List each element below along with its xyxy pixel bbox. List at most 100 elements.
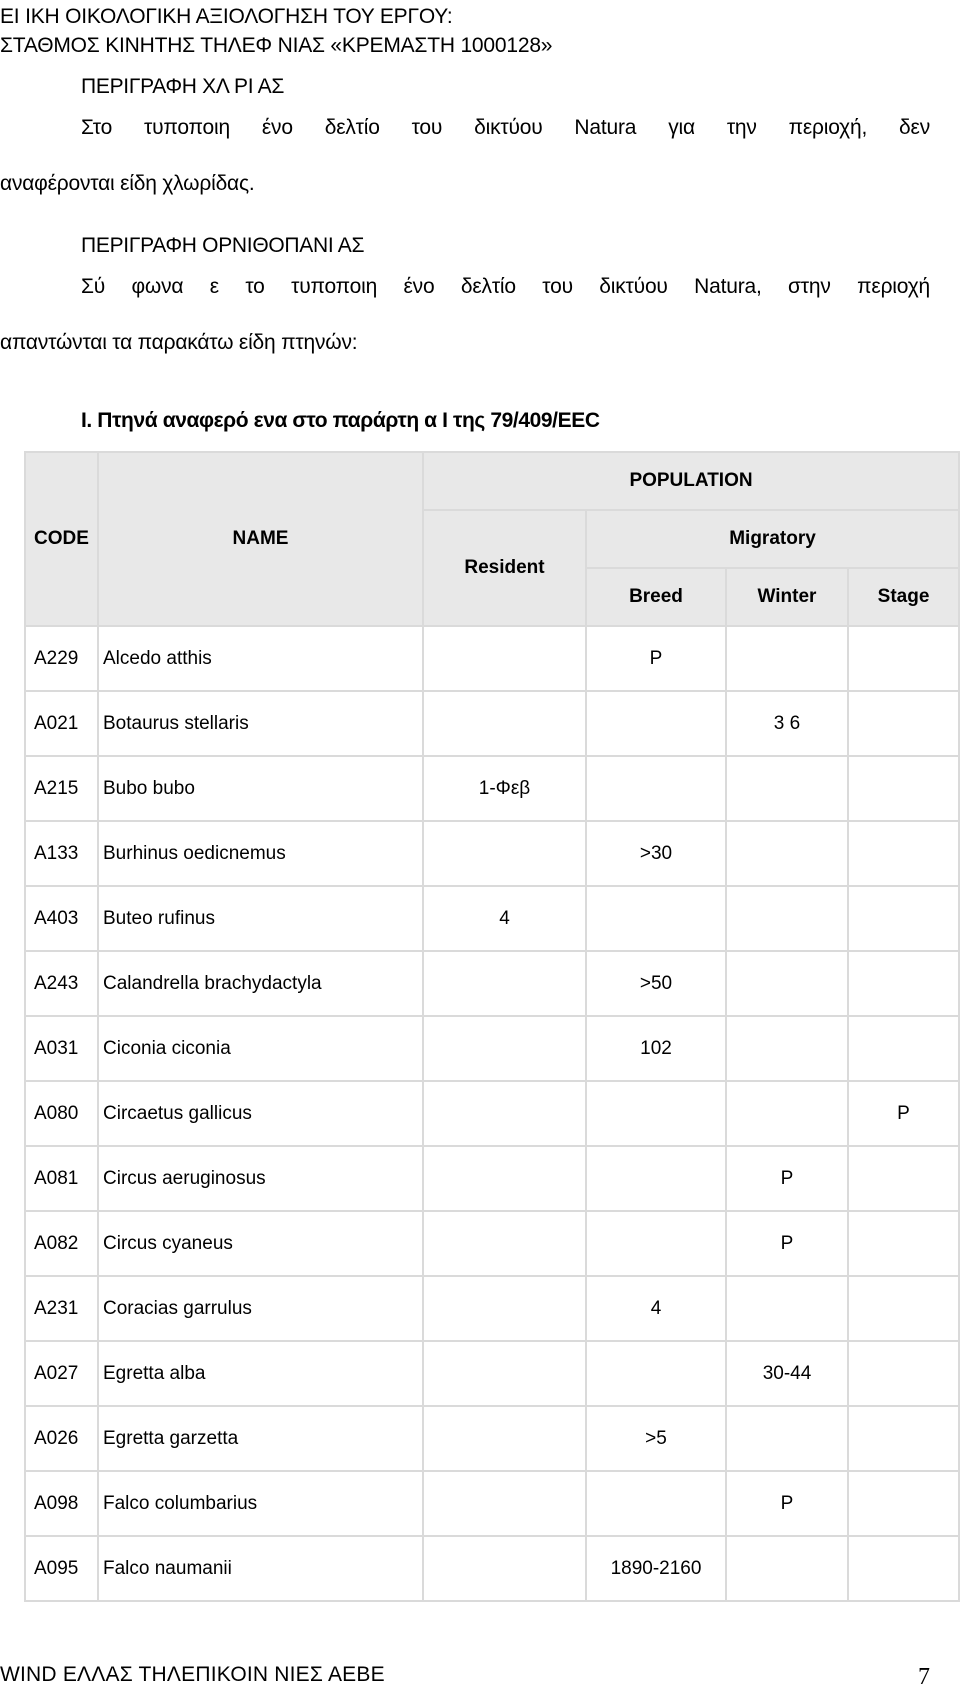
cell-stage (846, 1470, 960, 1537)
cell-name: Burhinus oedicnemus (97, 820, 424, 887)
cell-stage: P (846, 1080, 960, 1147)
table-caption: Ι. Πτηνά αναφερό ενα στο παράρτη α Ι της… (81, 409, 600, 432)
cell-name: Egretta garzetta (97, 1405, 424, 1472)
cell-winter (725, 1275, 849, 1342)
cell-winter (725, 1015, 849, 1082)
table-header-row: CODE NAME POPULATION (24, 451, 960, 627)
footer-page-number: 7 (918, 1664, 930, 1690)
cell-name: Calandrella brachydactyla (97, 950, 424, 1017)
cell-stage (846, 1535, 960, 1602)
cell-name: Egretta alba (97, 1340, 424, 1407)
cell-stage (846, 1340, 960, 1407)
flora-paragraph: Στο τυποποιη ένο δελτίο του δικτύου Natu… (0, 100, 930, 212)
cell-name: Bubo bubo (97, 755, 424, 822)
cell-code: A095 (24, 1535, 99, 1602)
cell-resident: 1-Φεβ (422, 755, 587, 822)
cell-name: Ciconia ciconia (97, 1015, 424, 1082)
cell-stage (846, 755, 960, 822)
cell-winter (725, 820, 849, 887)
cell-breed (585, 1470, 727, 1537)
table-row: A021 Botaurus stellaris 3 6 (24, 690, 960, 757)
table-row: A403 Buteo rufinus 4 (24, 885, 960, 952)
cell-breed (585, 1340, 727, 1407)
cell-stage (846, 885, 960, 952)
cell-resident (422, 1210, 587, 1277)
cell-resident (422, 690, 587, 757)
table-body: A229 Alcedo atthis P A021 Botaurus stellaris… (24, 625, 960, 1602)
cell-winter (725, 1535, 849, 1602)
cell-code: A403 (24, 885, 99, 952)
table-row: A031 Ciconia ciconia 102 (24, 1015, 960, 1082)
cell-winter (725, 755, 849, 822)
cell-breed: 1890-2160 (585, 1535, 727, 1602)
cell-name: Falco columbarius (97, 1470, 424, 1537)
cell-resident (422, 1535, 587, 1602)
cell-resident (422, 1080, 587, 1147)
table-row: A215 Bubo bubo 1-Φεβ (24, 755, 960, 822)
table-row: A080 Circaetus gallicus P (24, 1080, 960, 1147)
cell-code: A243 (24, 950, 99, 1017)
cell-resident (422, 1340, 587, 1407)
header-code: CODE (24, 451, 99, 627)
cell-resident (422, 950, 587, 1017)
cell-breed (585, 1145, 727, 1212)
cell-code: A231 (24, 1275, 99, 1342)
cell-winter: 30-44 (725, 1340, 849, 1407)
cell-breed (585, 1210, 727, 1277)
cell-name: Botaurus stellaris (97, 690, 424, 757)
cell-winter (725, 950, 849, 1017)
cell-code: A081 (24, 1145, 99, 1212)
cell-breed (585, 755, 727, 822)
footer-company: WIND ΕΛΛΑΣ ΤΗΛΕΠΙΚΟΙΝ ΝΙΕΣ ΑΕΒΕ (0, 1663, 385, 1686)
cell-name: Circus aeruginosus (97, 1145, 424, 1212)
table-row: A081 Circus aeruginosus P (24, 1145, 960, 1212)
flora-paragraph-line1: Στο τυποποιη ένο δελτίο του δικτύου Natu… (81, 116, 930, 139)
cell-resident (422, 820, 587, 887)
cell-breed: P (585, 625, 727, 692)
cell-resident (422, 1145, 587, 1212)
cell-resident: 4 (422, 885, 587, 952)
cell-stage (846, 1015, 960, 1082)
table-row: A098 Falco columbarius P (24, 1470, 960, 1537)
cell-winter: P (725, 1145, 849, 1212)
cell-code: A133 (24, 820, 99, 887)
cell-resident (422, 1275, 587, 1342)
cell-resident (422, 1015, 587, 1082)
cell-breed: >5 (585, 1405, 727, 1472)
cell-resident (422, 1405, 587, 1472)
header-title-line1: ΕΙ ΙΚΗ ΟΙΚΟΛΟΓΙΚΗ ΑΞΙΟΛΟΓΗΣΗ ΤΟΥ ΕΡΓΟΥ: (0, 5, 453, 28)
cell-stage (846, 1145, 960, 1212)
cell-stage (846, 1275, 960, 1342)
header-population: POPULATION (421, 451, 960, 511)
cell-stage (846, 690, 960, 757)
cell-code: A027 (24, 1340, 99, 1407)
cell-resident (422, 1470, 587, 1537)
cell-code: A098 (24, 1470, 99, 1537)
table-row: A231 Coracias garrulus 4 (24, 1275, 960, 1342)
table-row: A026 Egretta garzetta >5 (24, 1405, 960, 1472)
cell-stage (846, 950, 960, 1017)
cell-breed: 4 (585, 1275, 727, 1342)
birds-table: CODE NAME POPULATION Resident Migratory … (24, 451, 960, 1602)
cell-stage (846, 820, 960, 887)
header-title-line2: ΣΤΑΘΜΟΣ ΚΙΝΗΤΗΣ ΤΗΛΕΦ ΝΙΑΣ «ΚΡΕΜΑΣΤΗ 100… (0, 34, 553, 57)
header-name: NAME (97, 451, 424, 627)
cell-stage (846, 625, 960, 692)
header-winter: Winter (725, 567, 849, 627)
cell-name: Buteo rufinus (97, 885, 424, 952)
cell-name: Coracias garrulus (97, 1275, 424, 1342)
header-stage: Stage (846, 567, 960, 627)
avifauna-paragraph-line1: Σύ φωνα ε το τυποποιη ένο δελτίο του δικ… (81, 275, 930, 298)
cell-stage (846, 1405, 960, 1472)
table-row: A229 Alcedo atthis P (24, 625, 960, 692)
cell-winter: P (725, 1210, 849, 1277)
cell-code: A080 (24, 1080, 99, 1147)
avifauna-paragraph: Σύ φωνα ε το τυποποιη ένο δελτίο του δικ… (0, 259, 930, 371)
cell-breed: >30 (585, 820, 727, 887)
cell-breed (585, 885, 727, 952)
header-breed: Breed (585, 567, 727, 627)
cell-winter: 3 6 (725, 690, 849, 757)
document-header: ΕΙ ΙΚΗ ΟΙΚΟΛΟΓΙΚΗ ΑΞΙΟΛΟΓΗΣΗ ΤΟΥ ΕΡΓΟΥ: … (0, 2, 552, 60)
avifauna-paragraph-line2: απαντώνται τα παρακάτω είδη πτηνών: (0, 331, 358, 354)
cell-code: A021 (24, 690, 99, 757)
